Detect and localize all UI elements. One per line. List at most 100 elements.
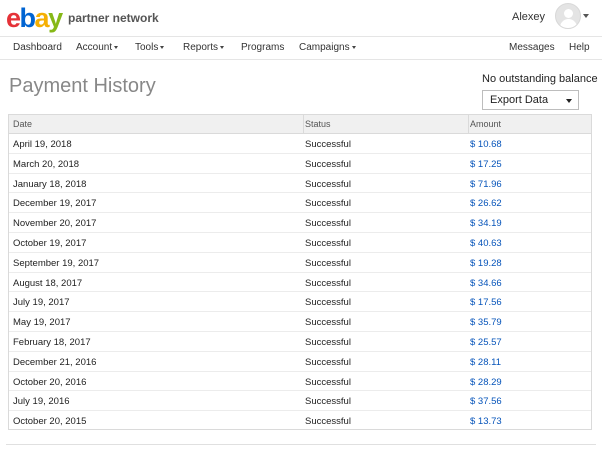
row-amount-link[interactable]: $ 71.96	[470, 179, 502, 190]
row-date: March 20, 2018	[13, 158, 80, 170]
table-row: September 19, 2017 Successful $ 19.28	[9, 253, 591, 273]
nav-campaigns-label: Campaigns	[299, 42, 350, 53]
table-row: October 20, 2015 Successful $ 13.73	[9, 411, 591, 431]
row-status: Successful	[305, 198, 351, 210]
column-divider	[303, 115, 304, 134]
nav-dashboard-label: Dashboard	[13, 42, 62, 53]
row-date: August 18, 2017	[13, 277, 83, 289]
chevron-down-icon	[114, 45, 119, 49]
chevron-down-icon	[220, 45, 225, 49]
row-status: Successful	[305, 416, 351, 428]
row-amount-link[interactable]: $ 40.63	[470, 238, 502, 249]
nav-reports[interactable]: Reports	[183, 42, 225, 53]
row-date: July 19, 2017	[13, 297, 70, 309]
table-row: October 20, 2016 Successful $ 28.29	[9, 372, 591, 392]
row-amount-link[interactable]: $ 17.56	[470, 297, 502, 308]
row-status: Successful	[305, 317, 351, 329]
nav-account[interactable]: Account	[76, 42, 119, 53]
row-date: December 19, 2017	[13, 198, 97, 210]
row-date: December 21, 2016	[13, 356, 97, 368]
logo-letter-y: y	[48, 3, 63, 33]
table-row: December 19, 2017 Successful $ 26.62	[9, 193, 591, 214]
row-amount-link[interactable]: $ 34.19	[470, 218, 502, 229]
row-date: September 19, 2017	[13, 257, 100, 269]
nav-tools[interactable]: Tools	[135, 42, 165, 53]
table-row: March 20, 2018 Successful $ 17.25	[9, 154, 591, 174]
row-date: October 20, 2015	[13, 416, 87, 428]
row-status: Successful	[305, 218, 351, 230]
ebay-logo[interactable]: ebay	[6, 3, 63, 33]
export-data-select[interactable]: Export Data	[482, 90, 579, 110]
chevron-down-icon	[566, 99, 572, 103]
row-status: Successful	[305, 178, 351, 190]
username[interactable]: Alexey	[512, 11, 545, 23]
row-date: April 19, 2018	[13, 139, 72, 150]
row-date: November 20, 2017	[13, 218, 97, 230]
chevron-down-icon[interactable]	[583, 14, 589, 18]
main-nav: Dashboard Account Tools Reports Programs…	[0, 36, 602, 60]
nav-help-label: Help	[569, 42, 590, 53]
row-amount-link[interactable]: $ 37.56	[470, 396, 502, 407]
row-amount-link[interactable]: $ 10.68	[470, 139, 502, 150]
row-status: Successful	[305, 257, 351, 269]
user-avatar-icon[interactable]	[555, 3, 581, 29]
footer-divider	[6, 444, 596, 445]
row-amount-link[interactable]: $ 19.28	[470, 258, 502, 269]
table-row: January 18, 2018 Successful $ 71.96	[9, 174, 591, 194]
row-amount-link[interactable]: $ 35.79	[470, 317, 502, 328]
row-amount-link[interactable]: $ 34.66	[470, 278, 502, 289]
row-status: Successful	[305, 356, 351, 368]
row-date: January 18, 2018	[13, 178, 87, 190]
chevron-down-icon	[160, 45, 165, 49]
column-header-date[interactable]: Date	[13, 119, 32, 129]
table-row: July 19, 2016 Successful $ 37.56	[9, 391, 591, 412]
row-date: October 19, 2017	[13, 238, 87, 249]
row-status: Successful	[305, 277, 351, 289]
row-amount-link[interactable]: $ 28.29	[470, 377, 502, 388]
chevron-down-icon	[351, 45, 356, 49]
nav-messages-label: Messages	[509, 42, 555, 53]
row-date: July 19, 2016	[13, 396, 70, 408]
row-date: February 18, 2017	[13, 337, 91, 348]
logo-letter-b: b	[19, 3, 37, 33]
top-header: ebay partner network Alexey	[0, 0, 602, 36]
row-status: Successful	[305, 238, 351, 249]
column-header-amount[interactable]: Amount	[470, 119, 501, 129]
nav-programs-label: Programs	[241, 42, 285, 53]
nav-help[interactable]: Help	[569, 42, 590, 53]
row-amount-link[interactable]: $ 25.57	[470, 337, 502, 348]
row-amount-link[interactable]: $ 13.73	[470, 416, 502, 427]
nav-messages[interactable]: Messages	[509, 42, 555, 53]
export-data-label: Export Data	[490, 94, 549, 106]
row-amount-link[interactable]: $ 26.62	[470, 198, 502, 209]
nav-reports-label: Reports	[183, 42, 219, 53]
avatar-body-shape	[560, 19, 577, 28]
row-amount-link[interactable]: $ 17.25	[470, 159, 502, 170]
row-status: Successful	[305, 297, 351, 309]
logo-letter-e: e	[6, 3, 21, 33]
row-status: Successful	[305, 396, 351, 408]
row-date: May 19, 2017	[13, 317, 71, 329]
row-status: Successful	[305, 337, 351, 348]
column-divider	[468, 115, 469, 134]
logo-letter-a: a	[34, 3, 50, 33]
nav-programs[interactable]: Programs	[241, 42, 284, 53]
table-row: December 21, 2016 Successful $ 28.11	[9, 352, 591, 372]
table-row: August 18, 2017 Successful $ 34.66	[9, 273, 591, 293]
row-amount-link[interactable]: $ 28.11	[470, 357, 501, 368]
column-header-status[interactable]: Status	[305, 119, 331, 129]
nav-campaigns[interactable]: Campaigns	[299, 42, 356, 53]
nav-account-label: Account	[76, 42, 113, 53]
brand-subtitle: partner network	[68, 11, 159, 25]
table-header: Date Status Amount	[9, 115, 591, 134]
table-row: October 19, 2017 Successful $ 40.63	[9, 233, 591, 253]
table-row: April 19, 2018 Successful $ 10.68	[9, 134, 591, 154]
nav-dashboard[interactable]: Dashboard	[13, 42, 62, 53]
page-title: Payment History	[9, 75, 156, 97]
table-row: May 19, 2017 Successful $ 35.79	[9, 312, 591, 332]
nav-tools-label: Tools	[135, 42, 159, 53]
table-row: February 18, 2017 Successful $ 25.57	[9, 332, 591, 352]
table-row: November 20, 2017 Successful $ 34.19	[9, 213, 591, 233]
payment-history-table: Date Status Amount April 19, 2018 Succes…	[8, 114, 592, 430]
row-date: October 20, 2016	[13, 376, 87, 388]
